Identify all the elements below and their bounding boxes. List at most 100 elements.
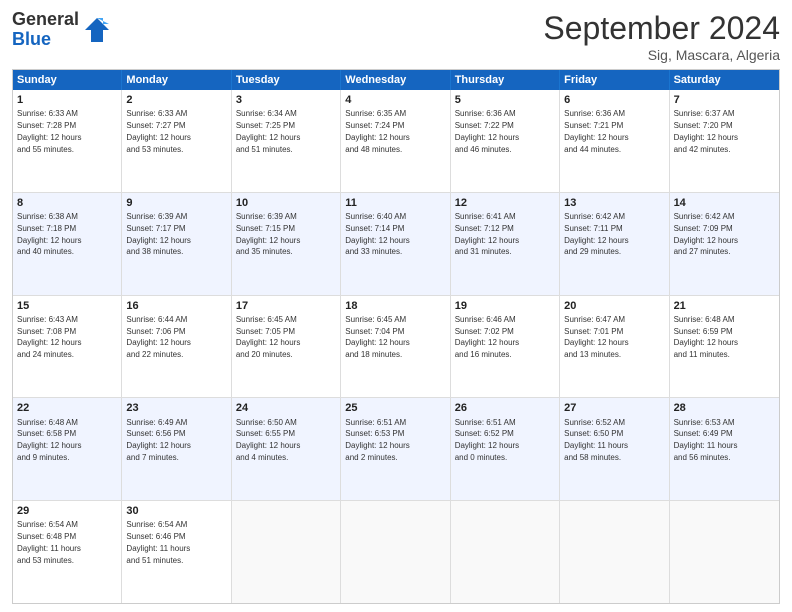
cell-info: Sunrise: 6:49 AM Sunset: 6:56 PM Dayligh… (126, 418, 190, 462)
title-block: September 2024 Sig, Mascara, Algeria (543, 10, 780, 63)
calendar-cell: 7 Sunrise: 6:37 AM Sunset: 7:20 PM Daylig… (670, 90, 779, 192)
day-number: 29 (17, 504, 117, 518)
cell-info: Sunrise: 6:45 AM Sunset: 7:05 PM Dayligh… (236, 315, 300, 359)
calendar-cell: 18 Sunrise: 6:45 AM Sunset: 7:04 PM Dayli… (341, 296, 450, 398)
calendar-cell: 15Sunrise: 6:43 AM Sunset: 7:08 PM Dayli… (13, 296, 122, 398)
cell-info: Sunrise: 6:33 AM Sunset: 7:28 PM Dayligh… (17, 109, 81, 153)
page: General Blue September 2024 Sig, Mascara… (0, 0, 792, 612)
header-day-tuesday: Tuesday (232, 70, 341, 90)
cell-info: Sunrise: 6:45 AM Sunset: 7:04 PM Dayligh… (345, 315, 409, 359)
calendar-cell: 13 Sunrise: 6:42 AM Sunset: 7:11 PM Dayli… (560, 193, 669, 295)
cell-info: Sunrise: 6:42 AM Sunset: 7:09 PM Dayligh… (674, 212, 738, 256)
calendar-row: 29 Sunrise: 6:54 AM Sunset: 6:48 PM Dayli… (13, 501, 779, 603)
day-number: 24 (236, 401, 336, 415)
cell-info: Sunrise: 6:48 AM Sunset: 6:59 PM Dayligh… (674, 315, 738, 359)
day-number: 13 (564, 196, 664, 210)
calendar-cell: 12 Sunrise: 6:41 AM Sunset: 7:12 PM Dayli… (451, 193, 560, 295)
calendar-header: SundayMondayTuesdayWednesdayThursdayFrid… (13, 70, 779, 90)
day-number: 7 (674, 93, 775, 107)
day-number: 2 (126, 93, 226, 107)
cell-info: Sunrise: 6:54 AM Sunset: 6:46 PM Dayligh… (126, 520, 190, 564)
calendar-body: 1 Sunrise: 6:33 AM Sunset: 7:28 PM Daylig… (13, 90, 779, 603)
day-number: 22 (17, 401, 117, 415)
cell-info: Sunrise: 6:33 AM Sunset: 7:27 PM Dayligh… (126, 109, 190, 153)
calendar-cell: 23 Sunrise: 6:49 AM Sunset: 6:56 PM Dayli… (122, 398, 231, 500)
cell-info: Sunrise: 6:47 AM Sunset: 7:01 PM Dayligh… (564, 315, 628, 359)
cell-info: Sunrise: 6:48 AM Sunset: 6:58 PM Dayligh… (17, 418, 81, 462)
day-number: 18 (345, 299, 445, 313)
calendar-cell: 20 Sunrise: 6:47 AM Sunset: 7:01 PM Dayli… (560, 296, 669, 398)
cell-info: Sunrise: 6:37 AM Sunset: 7:20 PM Dayligh… (674, 109, 738, 153)
cell-info: Sunrise: 6:52 AM Sunset: 6:50 PM Dayligh… (564, 418, 628, 462)
calendar-cell: 26 Sunrise: 6:51 AM Sunset: 6:52 PM Dayli… (451, 398, 560, 500)
calendar-row: 1 Sunrise: 6:33 AM Sunset: 7:28 PM Daylig… (13, 90, 779, 193)
logo-general: General (12, 10, 79, 30)
calendar-cell (451, 501, 560, 603)
calendar-cell: 10 Sunrise: 6:39 AM Sunset: 7:15 PM Dayli… (232, 193, 341, 295)
cell-info: Sunrise: 6:46 AM Sunset: 7:02 PM Dayligh… (455, 315, 519, 359)
day-number: 17 (236, 299, 336, 313)
calendar-cell (232, 501, 341, 603)
calendar: SundayMondayTuesdayWednesdayThursdayFrid… (12, 69, 780, 604)
day-number: 26 (455, 401, 555, 415)
calendar-row: 15Sunrise: 6:43 AM Sunset: 7:08 PM Dayli… (13, 296, 779, 399)
cell-info: Sunrise: 6:41 AM Sunset: 7:12 PM Dayligh… (455, 212, 519, 256)
calendar-cell: 1 Sunrise: 6:33 AM Sunset: 7:28 PM Daylig… (13, 90, 122, 192)
header-day-wednesday: Wednesday (341, 70, 450, 90)
header-day-thursday: Thursday (451, 70, 560, 90)
calendar-cell: 6 Sunrise: 6:36 AM Sunset: 7:21 PM Daylig… (560, 90, 669, 192)
logo-blue: Blue (12, 30, 79, 50)
calendar-cell: 2 Sunrise: 6:33 AM Sunset: 7:27 PM Daylig… (122, 90, 231, 192)
cell-info: Sunrise: 6:36 AM Sunset: 7:21 PM Dayligh… (564, 109, 628, 153)
day-number: 1 (17, 93, 117, 107)
day-number: 3 (236, 93, 336, 107)
calendar-cell: 27Sunrise: 6:52 AM Sunset: 6:50 PM Dayli… (560, 398, 669, 500)
header-day-sunday: Sunday (13, 70, 122, 90)
calendar-cell: 24Sunrise: 6:50 AM Sunset: 6:55 PM Dayli… (232, 398, 341, 500)
cell-info: Sunrise: 6:44 AM Sunset: 7:06 PM Dayligh… (126, 315, 190, 359)
calendar-cell: 8Sunrise: 6:38 AM Sunset: 7:18 PM Daylig… (13, 193, 122, 295)
calendar-cell: 17 Sunrise: 6:45 AM Sunset: 7:05 PM Dayli… (232, 296, 341, 398)
cell-info: Sunrise: 6:43 AM Sunset: 7:08 PM Dayligh… (17, 315, 81, 359)
cell-info: Sunrise: 6:35 AM Sunset: 7:24 PM Dayligh… (345, 109, 409, 153)
calendar-cell: 22 Sunrise: 6:48 AM Sunset: 6:58 PM Dayli… (13, 398, 122, 500)
day-number: 20 (564, 299, 664, 313)
calendar-cell (341, 501, 450, 603)
day-number: 30 (126, 504, 226, 518)
day-number: 16 (126, 299, 226, 313)
day-number: 12 (455, 196, 555, 210)
day-number: 19 (455, 299, 555, 313)
calendar-cell (560, 501, 669, 603)
cell-info: Sunrise: 6:42 AM Sunset: 7:11 PM Dayligh… (564, 212, 628, 256)
calendar-cell: 25Sunrise: 6:51 AM Sunset: 6:53 PM Dayli… (341, 398, 450, 500)
calendar-cell: 5Sunrise: 6:36 AM Sunset: 7:22 PM Daylig… (451, 90, 560, 192)
calendar-cell: 19 Sunrise: 6:46 AM Sunset: 7:02 PM Dayli… (451, 296, 560, 398)
calendar-cell: 29 Sunrise: 6:54 AM Sunset: 6:48 PM Dayli… (13, 501, 122, 603)
calendar-cell: 21Sunrise: 6:48 AM Sunset: 6:59 PM Dayli… (670, 296, 779, 398)
day-number: 6 (564, 93, 664, 107)
cell-info: Sunrise: 6:39 AM Sunset: 7:15 PM Dayligh… (236, 212, 300, 256)
logo-icon (83, 16, 111, 44)
day-number: 9 (126, 196, 226, 210)
cell-info: Sunrise: 6:51 AM Sunset: 6:52 PM Dayligh… (455, 418, 519, 462)
calendar-cell: 11Sunrise: 6:40 AM Sunset: 7:14 PM Dayli… (341, 193, 450, 295)
cell-info: Sunrise: 6:54 AM Sunset: 6:48 PM Dayligh… (17, 520, 81, 564)
calendar-cell: 30 Sunrise: 6:54 AM Sunset: 6:46 PM Dayli… (122, 501, 231, 603)
day-number: 28 (674, 401, 775, 415)
calendar-cell (670, 501, 779, 603)
cell-info: Sunrise: 6:36 AM Sunset: 7:22 PM Dayligh… (455, 109, 519, 153)
day-number: 8 (17, 196, 117, 210)
cell-info: Sunrise: 6:40 AM Sunset: 7:14 PM Dayligh… (345, 212, 409, 256)
cell-info: Sunrise: 6:39 AM Sunset: 7:17 PM Dayligh… (126, 212, 190, 256)
header-day-friday: Friday (560, 70, 669, 90)
header: General Blue September 2024 Sig, Mascara… (12, 10, 780, 63)
day-number: 23 (126, 401, 226, 415)
calendar-cell: 14Sunrise: 6:42 AM Sunset: 7:09 PM Dayli… (670, 193, 779, 295)
day-number: 25 (345, 401, 445, 415)
cell-info: Sunrise: 6:53 AM Sunset: 6:49 PM Dayligh… (674, 418, 738, 462)
day-number: 10 (236, 196, 336, 210)
calendar-cell: 4 Sunrise: 6:35 AM Sunset: 7:24 PM Daylig… (341, 90, 450, 192)
day-number: 4 (345, 93, 445, 107)
header-day-monday: Monday (122, 70, 231, 90)
calendar-row: 8Sunrise: 6:38 AM Sunset: 7:18 PM Daylig… (13, 193, 779, 296)
